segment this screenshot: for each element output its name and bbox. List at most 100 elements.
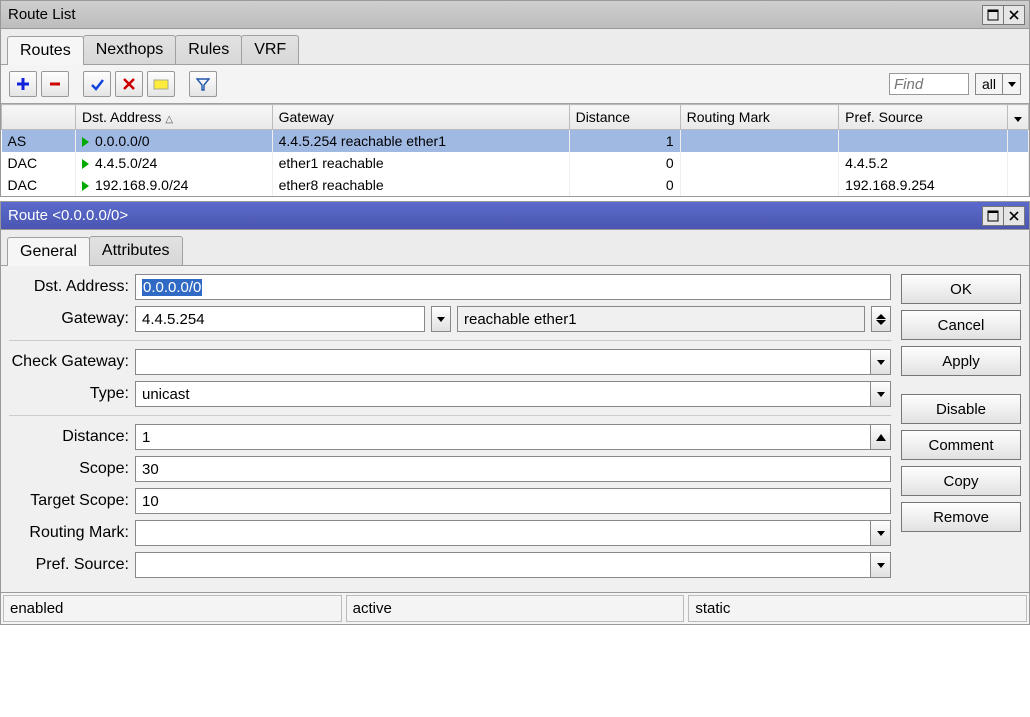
sort-indicator-icon: △	[165, 114, 173, 125]
cell-gateway: 4.4.5.254 reachable ether1	[272, 130, 569, 153]
cell-pref-source: 4.4.5.2	[839, 152, 1008, 174]
table-row[interactable]: DAC192.168.9.0/24ether8 reachable0192.16…	[2, 174, 1029, 196]
distance-label: Distance:	[9, 428, 135, 446]
active-route-icon	[82, 137, 89, 147]
route-detail-window: Route <0.0.0.0/0> General Attributes Dst…	[0, 201, 1030, 625]
dst-address-label: Dst. Address:	[9, 278, 135, 296]
col-flags[interactable]	[2, 105, 76, 130]
type-input[interactable]	[135, 381, 871, 407]
check-gateway-label: Check Gateway:	[9, 353, 135, 371]
route-list-title-buttons	[982, 5, 1025, 25]
close-icon[interactable]	[1003, 206, 1025, 226]
route-list-toolbar: all	[1, 65, 1029, 104]
table-row[interactable]: DAC4.4.5.0/24ether1 reachable0 4.4.5.2	[2, 152, 1029, 174]
route-detail-titlebar[interactable]: Route <0.0.0.0/0>	[1, 202, 1029, 230]
gateway-label: Gateway:	[9, 310, 135, 328]
active-route-icon	[82, 159, 89, 169]
find-input[interactable]	[889, 73, 969, 95]
gateway-dropdown-icon[interactable]	[431, 306, 451, 332]
cell-gateway: ether1 reachable	[272, 152, 569, 174]
cell-distance: 0	[569, 152, 680, 174]
cancel-button[interactable]: Cancel	[901, 310, 1021, 340]
tab-nexthops[interactable]: Nexthops	[83, 35, 177, 64]
distance-input[interactable]	[135, 424, 871, 450]
cell-pref-source: 192.168.9.254	[839, 174, 1008, 196]
route-detail-title: Route <0.0.0.0/0>	[5, 207, 128, 224]
cell-menu	[1008, 152, 1029, 174]
routing-mark-input[interactable]	[135, 520, 871, 546]
cell-routing-mark	[680, 152, 839, 174]
minimize-icon[interactable]	[982, 5, 1004, 25]
tab-attributes[interactable]: Attributes	[89, 236, 183, 265]
type-dropdown-icon[interactable]	[871, 381, 891, 407]
route-detail-statusbar: enabled active static	[1, 592, 1029, 624]
minimize-icon[interactable]	[982, 206, 1004, 226]
cell-flags: DAC	[2, 152, 76, 174]
routes-table: Dst. Address△ Gateway Distance Routing M…	[1, 104, 1029, 196]
ok-button[interactable]: OK	[901, 274, 1021, 304]
col-gateway[interactable]: Gateway	[272, 105, 569, 130]
routing-mark-dropdown-icon[interactable]	[871, 520, 891, 546]
comment-button[interactable]	[147, 71, 175, 97]
tab-general[interactable]: General	[7, 237, 90, 266]
pref-source-dropdown-icon[interactable]	[871, 552, 891, 578]
col-menu[interactable]	[1008, 105, 1029, 130]
scope-input[interactable]	[135, 456, 891, 482]
cell-dst: 192.168.9.0/24	[76, 174, 273, 196]
status-static: static	[688, 595, 1027, 622]
scope-label: Scope:	[9, 460, 135, 478]
route-list-titlebar[interactable]: Route List	[1, 1, 1029, 29]
status-enabled: enabled	[3, 595, 342, 622]
col-dst[interactable]: Dst. Address△	[76, 105, 273, 130]
cell-distance: 1	[569, 130, 680, 153]
enable-button[interactable]	[83, 71, 111, 97]
cell-flags: AS	[2, 130, 76, 153]
gateway-updown-icon[interactable]	[871, 306, 891, 332]
filter-selector-value: all	[976, 76, 1002, 92]
remove-button[interactable]	[41, 71, 69, 97]
apply-button[interactable]: Apply	[901, 346, 1021, 376]
filter-selector[interactable]: all	[975, 73, 1021, 95]
route-detail-content: Dst. Address: 0.0.0.0/0 /* placeholder f…	[1, 266, 1029, 592]
tab-vrf[interactable]: VRF	[241, 35, 299, 64]
copy-button[interactable]: Copy	[901, 466, 1021, 496]
route-list-title: Route List	[5, 6, 76, 23]
gateway-status: reachable ether1	[457, 306, 865, 332]
add-button[interactable]	[9, 71, 37, 97]
disable-button[interactable]	[115, 71, 143, 97]
route-list-window: Route List Routes Nexthops Rules VRF all	[0, 0, 1030, 197]
tab-rules[interactable]: Rules	[175, 35, 242, 64]
cell-gateway: ether8 reachable	[272, 174, 569, 196]
pref-source-label: Pref. Source:	[9, 556, 135, 574]
comment-button[interactable]: Comment	[901, 430, 1021, 460]
col-distance[interactable]: Distance	[569, 105, 680, 130]
gateway-input[interactable]	[135, 306, 425, 332]
col-routing-mark[interactable]: Routing Mark	[680, 105, 839, 130]
table-row[interactable]: AS0.0.0.0/04.4.5.254 reachable ether11	[2, 130, 1029, 153]
route-detail-tabs: General Attributes	[1, 230, 1029, 266]
check-gateway-input[interactable]	[135, 349, 871, 375]
chevron-down-icon	[1014, 109, 1022, 125]
pref-source-input[interactable]	[135, 552, 871, 578]
dst-address-input[interactable]: 0.0.0.0/0	[135, 274, 891, 300]
check-gateway-dropdown-icon[interactable]	[871, 349, 891, 375]
distance-collapse-icon[interactable]	[871, 424, 891, 450]
cell-dst: 4.4.5.0/24	[76, 152, 273, 174]
cell-routing-mark	[680, 130, 839, 153]
dropdown-icon	[1002, 74, 1020, 94]
routing-mark-label: Routing Mark:	[9, 524, 135, 542]
route-detail-form: Dst. Address: 0.0.0.0/0 /* placeholder f…	[9, 274, 891, 584]
toolbar-right: all	[889, 73, 1021, 95]
filter-button[interactable]	[189, 71, 217, 97]
tab-routes[interactable]: Routes	[7, 36, 84, 65]
close-icon[interactable]	[1003, 5, 1025, 25]
target-scope-label: Target Scope:	[9, 492, 135, 510]
disable-button[interactable]: Disable	[901, 394, 1021, 424]
cell-pref-source	[839, 130, 1008, 153]
remove-button[interactable]: Remove	[901, 502, 1021, 532]
route-detail-buttons: OK Cancel Apply Disable Comment Copy Rem…	[901, 274, 1021, 584]
cell-routing-mark	[680, 174, 839, 196]
col-pref-source[interactable]: Pref. Source	[839, 105, 1008, 130]
target-scope-input[interactable]	[135, 488, 891, 514]
type-label: Type:	[9, 385, 135, 403]
